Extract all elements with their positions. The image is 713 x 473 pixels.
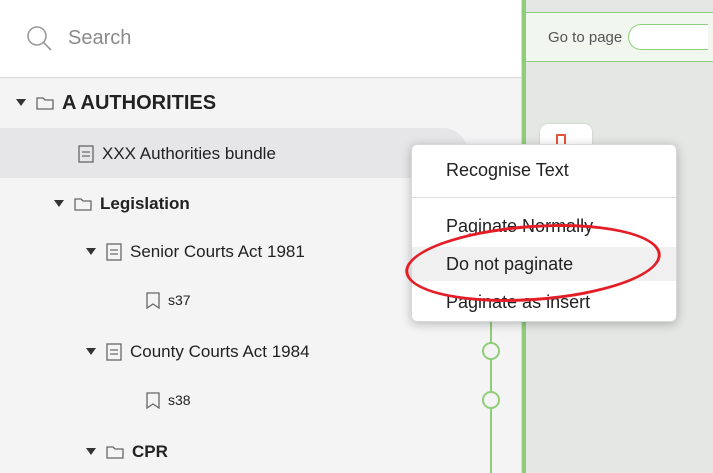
tree-item-legislation[interactable]: Legislation bbox=[54, 189, 190, 219]
tree-item-label: s38 bbox=[168, 392, 191, 408]
menu-item-do-not-paginate[interactable]: Do not paginate bbox=[412, 247, 676, 281]
folder-icon bbox=[74, 197, 92, 211]
pagination-node[interactable] bbox=[482, 391, 500, 409]
search-input[interactable] bbox=[68, 27, 448, 50]
bookmark-icon bbox=[146, 391, 160, 409]
tree-item-label: County Courts Act 1984 bbox=[130, 342, 310, 361]
document-icon bbox=[78, 145, 94, 163]
tree-item-label: XXX Authorities bundle bbox=[102, 144, 276, 163]
tree-item-label: s37 bbox=[168, 292, 191, 308]
caret-down-icon[interactable] bbox=[86, 247, 96, 257]
go-to-page-input[interactable] bbox=[628, 24, 709, 50]
menu-item-paginate-normally[interactable]: Paginate Normally bbox=[412, 209, 676, 243]
go-to-page-label: Go to page bbox=[548, 28, 623, 46]
tree-item-s38[interactable]: s38 bbox=[146, 387, 191, 413]
document-icon bbox=[106, 243, 122, 261]
caret-down-icon[interactable] bbox=[86, 347, 96, 357]
search-icon bbox=[26, 25, 54, 53]
tree-item-s37[interactable]: s37 bbox=[146, 287, 191, 313]
menu-separator bbox=[412, 197, 676, 198]
tree-item-cpr[interactable]: CPR bbox=[86, 437, 168, 467]
tree-item-xxx-authorities-bundle[interactable]: XXX Authorities bundle bbox=[78, 139, 276, 169]
bookmark-icon bbox=[146, 291, 160, 309]
pagination-node[interactable] bbox=[482, 342, 500, 360]
context-menu: Recognise Text Paginate Normally Do not … bbox=[411, 144, 677, 322]
menu-item-paginate-as-insert[interactable]: Paginate as insert bbox=[412, 285, 676, 319]
folder-icon bbox=[106, 445, 124, 459]
folder-icon bbox=[36, 96, 54, 110]
caret-down-icon[interactable] bbox=[54, 199, 64, 209]
tree-item-label: A AUTHORITIES bbox=[62, 91, 217, 114]
document-icon bbox=[106, 343, 122, 361]
tree-item-senior-courts-act[interactable]: Senior Courts Act 1981 bbox=[86, 237, 305, 267]
menu-item-recognise-text[interactable]: Recognise Text bbox=[412, 153, 676, 187]
tree-item-label: CPR bbox=[132, 442, 168, 461]
tree-item-label: Legislation bbox=[100, 194, 190, 213]
tree-item-county-courts-act[interactable]: County Courts Act 1984 bbox=[86, 337, 310, 367]
caret-down-icon[interactable] bbox=[86, 447, 96, 457]
tree-item-a-authorities[interactable]: A AUTHORITIES bbox=[16, 88, 216, 118]
tree-item-label: Senior Courts Act 1981 bbox=[130, 242, 305, 261]
search-bar bbox=[0, 0, 521, 78]
caret-down-icon[interactable] bbox=[16, 98, 26, 108]
go-to-page-bar: Go to page bbox=[526, 12, 713, 62]
